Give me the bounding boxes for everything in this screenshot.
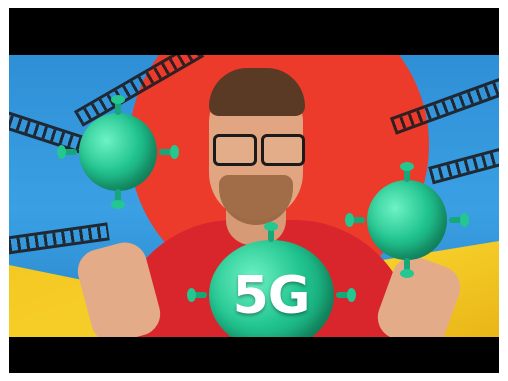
virus-spike	[400, 162, 414, 182]
hair	[209, 68, 305, 116]
virus-spike	[336, 292, 350, 298]
virus-icon	[351, 162, 463, 272]
video-thumbnail-frame[interactable]: 5G	[9, 8, 499, 373]
virus-spike	[351, 217, 365, 223]
virus-spike	[193, 292, 207, 298]
virus-spike	[159, 149, 173, 155]
virus-icon	[63, 95, 173, 203]
glasses-lens	[261, 134, 305, 166]
virus-spike	[115, 189, 121, 203]
video-image[interactable]: 5G	[9, 55, 499, 337]
glasses-lens	[213, 134, 257, 166]
virus-spike	[449, 217, 463, 223]
virus-spike	[404, 258, 410, 272]
virus-spike	[264, 222, 278, 242]
5g-label: 5G	[232, 266, 311, 326]
glasses	[213, 134, 309, 170]
virus-spike	[111, 95, 125, 115]
virus-spike	[63, 149, 77, 155]
